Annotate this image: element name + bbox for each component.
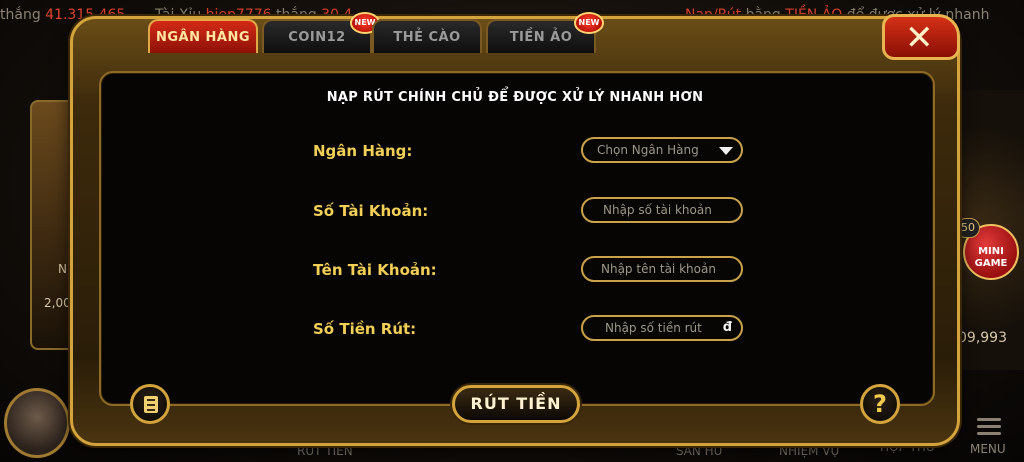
caret-down-icon: [719, 147, 733, 155]
tab-label: TIỀN ẢO: [509, 30, 573, 45]
account-number-placeholder: Nhập số tài khoản: [603, 203, 712, 217]
tab-label: THẺ CÀO: [393, 30, 461, 45]
dialog-content-panel: [99, 71, 935, 406]
question-icon: ?: [873, 390, 887, 418]
new-badge: NEW: [574, 12, 604, 34]
mini-game-label: MINI GAME: [974, 246, 1008, 269]
game-card-value: 2,00: [44, 296, 71, 310]
account-name-input[interactable]: Nhập tên tài khoản: [581, 256, 743, 282]
jackpot-value: 09,993: [958, 330, 1007, 346]
amount-placeholder: Nhập số tiền rút: [605, 321, 702, 335]
close-x-icon: ✕: [905, 18, 934, 58]
heading-text: NẠP RÚT CHÍNH CHỦ ĐỂ ĐƯỢC XỬ LÝ NHANH HƠ…: [326, 90, 704, 105]
amount-input[interactable]: Nhập số tiền rút đ: [581, 315, 743, 341]
currency-dong-icon: đ: [722, 320, 732, 335]
tab-coin12[interactable]: COIN12 NEW: [262, 12, 380, 53]
tab-label: COIN12: [288, 30, 346, 45]
withdraw-button-label: RÚT TIỀN: [470, 394, 562, 413]
bank-label: Ngân Hàng:: [313, 142, 413, 160]
nav-item-withdraw[interactable]: RÚT TIỀN: [297, 444, 353, 458]
tab-bank[interactable]: NGÂN HÀNG: [148, 19, 258, 53]
account-name-label: Tên Tài Khoản:: [313, 261, 437, 279]
bank-select[interactable]: Chọn Ngân Hàng: [581, 137, 743, 163]
account-name-placeholder: Nhập tên tài khoản: [601, 262, 716, 276]
nav-item-jackpot[interactable]: SĂN HŨ: [676, 444, 722, 458]
nav-item-missions[interactable]: NHIỆM VỤ: [779, 444, 839, 458]
history-button[interactable]: [130, 384, 170, 424]
ticker-text: thắng: [0, 7, 41, 23]
account-number-input[interactable]: Nhập số tài khoản: [581, 197, 743, 223]
menu-icon[interactable]: [977, 418, 1001, 439]
close-button[interactable]: ✕: [882, 14, 960, 60]
nav-item-menu[interactable]: MENU: [970, 442, 1006, 456]
withdraw-button[interactable]: RÚT TIỀN: [452, 385, 580, 423]
help-button[interactable]: ?: [860, 384, 900, 424]
game-card-label: N: [58, 262, 67, 276]
amount-label: Số Tiền Rút:: [313, 320, 417, 338]
bank-select-value: Chọn Ngân Hàng: [597, 143, 699, 157]
withdraw-dialog: [70, 16, 960, 446]
tab-label: NGÂN HÀNG: [155, 30, 250, 45]
tab-card[interactable]: THẺ CÀO: [372, 19, 482, 53]
document-icon: [144, 396, 158, 413]
tab-virtual-money[interactable]: TIỀN ẢO NEW: [486, 12, 604, 53]
account-number-label: Số Tài Khoản:: [313, 202, 429, 220]
dialog-heading: NẠP RÚT CHÍNH CHỦ ĐỂ ĐƯỢC XỬ LÝ NHANH HƠ…: [0, 90, 1024, 105]
